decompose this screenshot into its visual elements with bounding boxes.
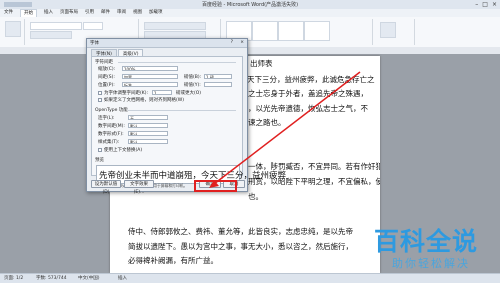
watermark-main: 百科全说 — [374, 227, 479, 256]
watermark-sub: 助你轻松解决 — [392, 257, 470, 270]
watermark: 百科全说 助你轻松解决 — [374, 222, 479, 270]
